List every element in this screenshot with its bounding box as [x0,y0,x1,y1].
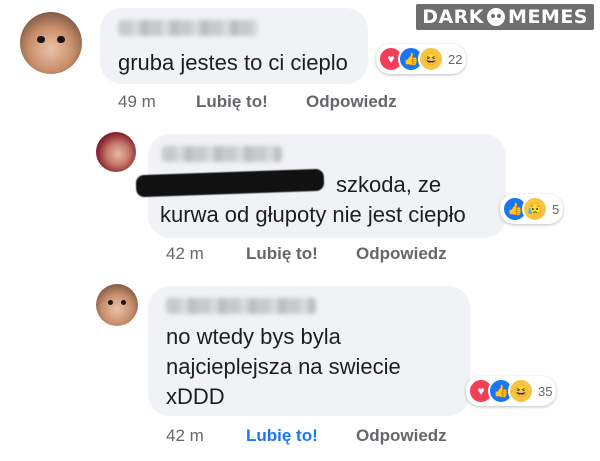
comment-text: szkoda, ze [336,172,442,197]
comment-bubble: gruba jestes to ci cieplo [100,8,368,84]
comment-bubble: no wtedy bys byla najcieplejsza na swiec… [148,286,470,416]
like-link[interactable]: Lubię to! [246,244,318,264]
skull-icon [487,8,506,26]
comment-text: xDDD [166,384,225,409]
comment-timestamp[interactable]: 49 m [118,92,156,112]
reaction-count: 35 [538,383,553,399]
blurred-author-name[interactable] [166,298,316,314]
blurred-author-name[interactable] [118,20,258,36]
comment-text: kurwa od głupoty nie jest ciepło [160,202,466,227]
reaction-summary[interactable]: 👍 😥 5 [500,194,564,224]
commenter-avatar[interactable] [20,12,82,74]
comment-timestamp[interactable]: 42 m [166,426,204,446]
commenter-avatar[interactable] [96,132,136,172]
comment-text: gruba jestes to ci cieplo [118,50,348,75]
comment-actions: 49 m Lubię to! Odpowiedz [118,92,418,114]
comment-bubble: szkoda, ze kurwa od głupoty nie jest cie… [135,134,506,238]
laughing-face-icon: 😆 [508,378,534,404]
darkmemes-watermark: DARK MEMES [416,4,594,30]
comment-text: najcieplejsza na swiecie [166,354,401,379]
like-link[interactable]: Lubię to! [246,426,318,446]
reply-link[interactable]: Odpowiedz [356,244,447,264]
reaction-summary[interactable]: ♥ 👍 😆 22 [376,44,467,74]
reaction-count: 5 [552,201,560,217]
watermark-right: MEMES [508,6,588,28]
comment-actions: 42 m Lubię to! Odpowiedz [166,244,466,266]
commenter-avatar[interactable] [96,284,138,326]
like-link[interactable]: Lubię to! [196,92,268,112]
comment-timestamp[interactable]: 42 m [166,244,204,264]
reply-link[interactable]: Odpowiedz [356,426,447,446]
watermark-left: DARK [422,6,485,28]
reply-link[interactable]: Odpowiedz [306,92,397,112]
blurred-author-name[interactable] [162,146,282,162]
comment-actions: 42 m Lubię to! Odpowiedz [166,426,466,448]
redaction-scribble [135,168,325,198]
laughing-face-icon: 😆 [418,46,444,72]
reaction-summary[interactable]: ♥ 👍 😆 35 [466,376,557,406]
comment-text: no wtedy bys byla [166,324,341,349]
sad-face-icon: 😥 [522,196,548,222]
reaction-count: 22 [448,51,463,67]
